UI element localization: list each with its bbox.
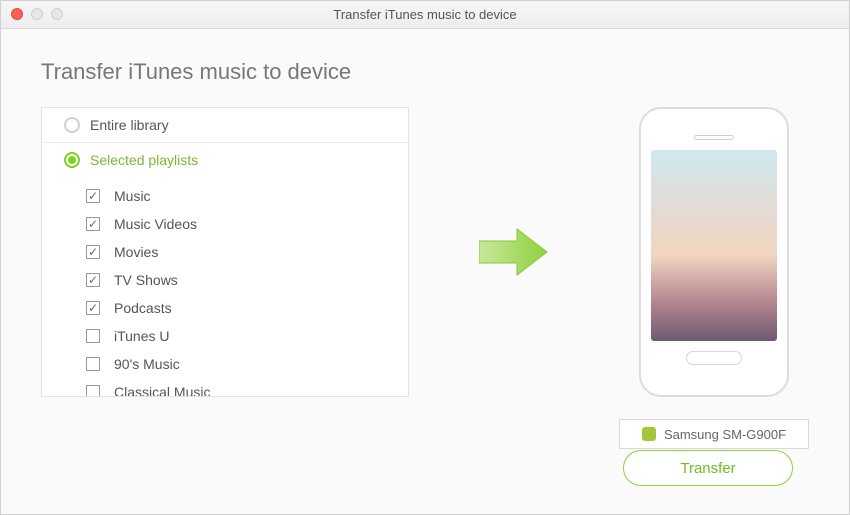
maximize-icon[interactable] bbox=[51, 8, 63, 20]
playlist-item[interactable]: TV Shows bbox=[86, 266, 408, 294]
playlist-item[interactable]: Movies bbox=[86, 238, 408, 266]
transfer-direction bbox=[409, 107, 619, 397]
playlist-label: Movies bbox=[114, 244, 158, 260]
option-entire-library[interactable]: Entire library bbox=[42, 108, 408, 142]
page-title: Transfer iTunes music to device bbox=[41, 59, 809, 85]
window-titlebar: Transfer iTunes music to device bbox=[1, 1, 849, 29]
checkbox-checked-icon bbox=[86, 217, 100, 231]
playlist-item[interactable]: Podcasts bbox=[86, 294, 408, 322]
playlist-label: Podcasts bbox=[114, 300, 172, 316]
radio-off-icon bbox=[64, 117, 80, 133]
checkbox-checked-icon bbox=[86, 189, 100, 203]
playlist-label: 90's Music bbox=[114, 356, 180, 372]
checkbox-checked-icon bbox=[86, 245, 100, 259]
checkbox-icon bbox=[86, 329, 100, 343]
option-label: Entire library bbox=[90, 117, 169, 133]
transfer-button[interactable]: Transfer bbox=[623, 450, 793, 486]
option-selected-playlists[interactable]: Selected playlists bbox=[42, 142, 408, 176]
playlist-item[interactable]: Music bbox=[86, 182, 408, 210]
device-selector[interactable]: Samsung SM-G900F bbox=[619, 419, 809, 449]
option-label: Selected playlists bbox=[90, 152, 198, 168]
device-name: Samsung SM-G900F bbox=[664, 427, 786, 442]
arrow-right-icon bbox=[479, 227, 549, 277]
checkbox-icon bbox=[86, 357, 100, 371]
phone-speaker-icon bbox=[694, 135, 734, 140]
device-preview bbox=[639, 107, 789, 397]
window-title: Transfer iTunes music to device bbox=[333, 7, 516, 22]
playlist-label: Music bbox=[114, 188, 151, 204]
transfer-button-label: Transfer bbox=[680, 460, 735, 477]
source-panel: Entire library Selected playlists MusicM… bbox=[41, 107, 409, 397]
playlist-label: iTunes U bbox=[114, 328, 170, 344]
playlist-item[interactable]: Music Videos bbox=[86, 210, 408, 238]
playlist-item[interactable]: Classical Music bbox=[86, 378, 408, 397]
minimize-icon[interactable] bbox=[31, 8, 43, 20]
checkbox-checked-icon bbox=[86, 273, 100, 287]
android-icon bbox=[642, 427, 656, 441]
phone-home-icon bbox=[686, 351, 742, 365]
radio-on-icon bbox=[64, 152, 80, 168]
checkbox-icon bbox=[86, 385, 100, 397]
playlist-item[interactable]: 90's Music bbox=[86, 350, 408, 378]
playlist-label: Music Videos bbox=[114, 216, 197, 232]
playlist-list: Music Music Videos Movies TV Shows Podcasts i… bbox=[42, 176, 408, 397]
phone-screen bbox=[651, 150, 777, 341]
checkbox-checked-icon bbox=[86, 301, 100, 315]
playlist-label: Classical Music bbox=[114, 384, 210, 397]
window-controls bbox=[11, 8, 63, 20]
playlist-item[interactable]: iTunes U bbox=[86, 322, 408, 350]
close-icon[interactable] bbox=[11, 8, 23, 20]
playlist-label: TV Shows bbox=[114, 272, 178, 288]
